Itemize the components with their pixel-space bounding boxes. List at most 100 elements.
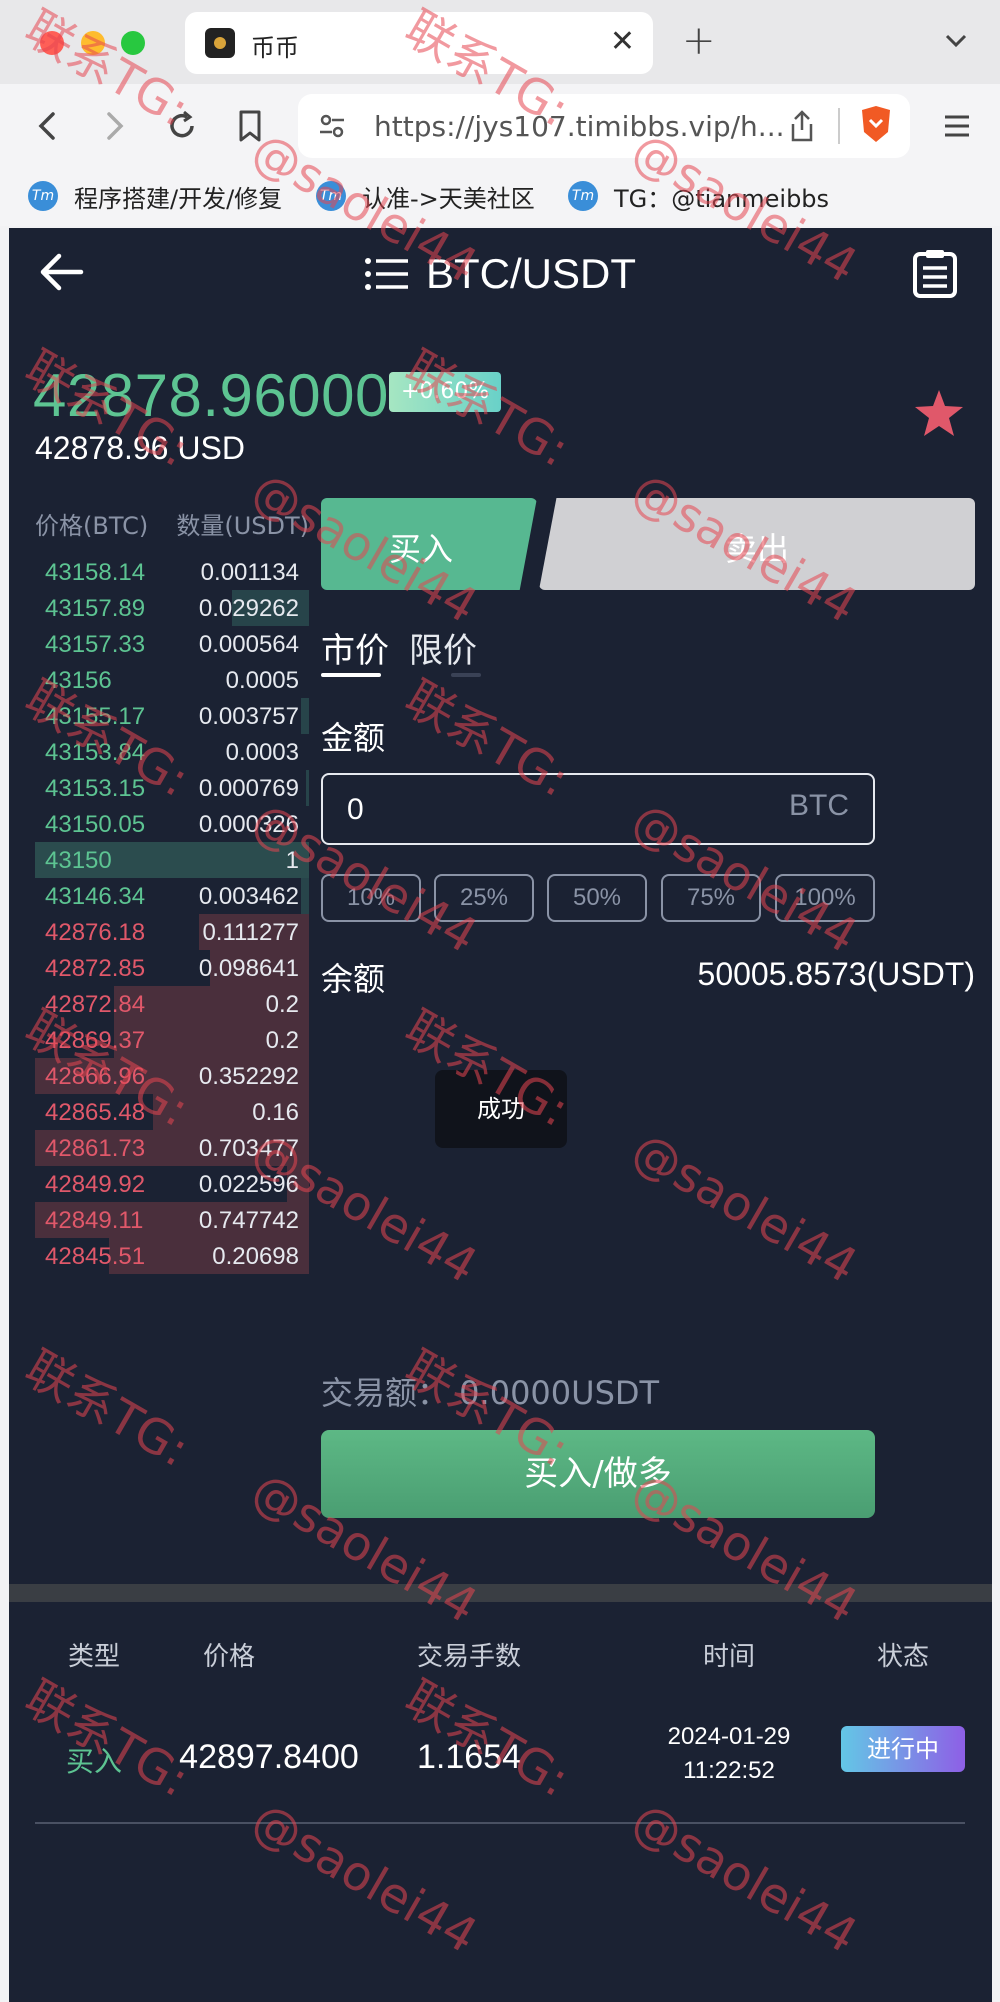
orderbook-row[interactable]: 42872.84 0.2 [35,986,309,1022]
orderbook-price: 43153.84 [45,739,146,766]
inactive-tab-indicator [451,673,481,677]
orderbook-row[interactable]: 42849.92 0.022596 [35,1166,309,1202]
orderbook-qty: 0.003462 [198,883,299,910]
amount-input[interactable]: 0 BTC [321,773,875,845]
orderbook-row[interactable]: 43150 1 [35,842,309,878]
orderbook-row[interactable]: 42865.48 0.16 [35,1094,309,1130]
orderbook-price: 42872.85 [45,955,146,982]
table-divider [35,1822,965,1824]
bookmarks-bar: Tm 程序搭建/开发/修复 Tm 认准->天美社区 Tm TG：@tianmei… [0,168,1000,226]
back-arrow-icon[interactable] [37,250,85,294]
orderbook-row[interactable]: 42861.73 0.703477 [35,1130,309,1166]
bookmark-favicon-icon: Tm [568,181,598,211]
sell-tab[interactable]: 卖出 [539,498,975,590]
bookmark-favicon-icon: Tm [316,181,346,211]
price-change-badge: +0.60% [389,372,502,412]
orderbook-row[interactable]: 42866.96 0.352292 [35,1058,309,1094]
tab-close-icon[interactable]: ✕ [610,24,635,59]
depth-bar [306,770,309,806]
orderbook-price: 42866.96 [45,1063,146,1090]
back-arrow-icon[interactable] [26,104,70,148]
orderbook-row[interactable]: 43157.89 0.029262 [35,590,309,626]
orderbook-price: 42849.92 [45,1171,146,1198]
orderbook-row[interactable]: 42849.11 0.747742 [35,1202,309,1238]
minimize-window-button[interactable] [81,31,105,55]
orderbook-qty: 0.0005 [225,667,299,694]
header-time: 时间 [702,1642,755,1672]
orderbook-row[interactable]: 42869.37 0.2 [35,1022,309,1058]
tab-market[interactable]: 市价 [321,623,389,672]
address-bar[interactable]: https://jys107.timibbs.vip/h... [298,94,910,158]
address-divider [838,108,840,144]
bookmark-label: TG：@tianmeibbs [614,184,830,213]
url-text: https://jys107.timibbs.vip/h... [374,110,785,143]
site-favicon-icon [205,28,235,58]
orderbook-qty: 0.003757 [198,703,299,730]
orderbook-qty: 0.0003 [225,739,299,766]
pair-title: BTC/USDT [426,250,636,297]
header-type: 类型 [67,1642,120,1672]
percent-50-button[interactable]: 50% [547,874,647,922]
orderbook-row[interactable]: 43155.17 0.003757 [35,698,309,734]
success-toast: 成功 [435,1070,567,1148]
table-row[interactable]: 买入 42897.8400 1.1654 2024-01-29 11:22:52… [9,1718,992,1798]
orderbook-row[interactable]: 43146.34 0.003462 [35,878,309,914]
chevron-down-icon[interactable] [942,26,970,54]
orderbook-qty: 0.352292 [198,1063,299,1090]
percent-100-button[interactable]: 100% [775,874,875,922]
buy-tab-label: 买入 [388,530,453,568]
new-tab-icon[interactable]: + [682,18,716,64]
orderbook-row[interactable]: 43157.33 0.000564 [35,626,309,662]
orderbook-row[interactable]: 42845.51 0.20698 [35,1238,309,1274]
percent-10-button[interactable]: 10% [321,874,421,922]
orderbook-price: 43155.17 [45,703,146,730]
orderbook-price: 43150.05 [45,811,146,838]
order-history-icon[interactable] [911,248,959,300]
header-status: 状态 [876,1642,929,1672]
maximize-window-button[interactable] [121,31,145,55]
orderbook-price-header: 价格(BTC) [35,512,149,540]
browser-tab[interactable]: 币币 ✕ [185,12,653,74]
depth-bar [300,698,309,734]
depth-bar [300,878,309,914]
orderbook-row[interactable]: 43156 0.0005 [35,662,309,698]
percent-25-button[interactable]: 25% [434,874,534,922]
bookmark-item[interactable]: Tm 认准->天美社区 [316,176,535,216]
orderbook-row[interactable]: 43153.84 0.0003 [35,734,309,770]
site-settings-icon[interactable] [316,110,348,142]
percent-buttons: 10% 25% 50% 75% 100% [321,874,875,922]
orderbook-price: 42845.51 [45,1243,146,1270]
status-badge[interactable]: 进行中 [841,1726,965,1772]
orderbook-row[interactable]: 43150.05 0.000326 [35,806,309,842]
orderbook-row[interactable]: 43158.14 0.001134 [35,554,309,590]
buy-long-button[interactable]: 买入/做多 [321,1430,875,1518]
orderbook: 43158.14 0.001134 43157.89 0.029262 43157.33… [35,554,309,1274]
bookmark-icon[interactable] [228,104,272,148]
bookmark-item[interactable]: Tm 程序搭建/开发/修复 [28,176,282,216]
orderbook-row[interactable]: 43153.15 0.000769 [35,770,309,806]
tab-title: 币币 [251,34,299,62]
pair-selector[interactable]: BTC/USDT [364,250,636,298]
orderbook-row[interactable]: 42872.85 0.098641 [35,950,309,986]
orderbook-qty: 0.000769 [198,775,299,802]
last-price: 42878.96000 [33,362,389,429]
orderbook-qty: 0.029262 [198,595,299,622]
bookmark-item[interactable]: Tm TG：@tianmeibbs [568,176,829,216]
favorite-star-icon[interactable] [913,388,965,438]
order-date-text: 2024-01-29 [667,1723,791,1750]
percent-75-button[interactable]: 75% [661,874,761,922]
orderbook-qty: 0.001134 [200,559,299,586]
orders-table-header: 类型 价格 交易手数 时间 状态 [9,1636,992,1676]
forward-arrow-icon[interactable] [92,104,136,148]
browser-tab-bar: 币币 ✕ + [0,0,1000,84]
orderbook-price: 42876.18 [45,919,146,946]
buy-tab[interactable]: 买入 [321,498,537,590]
brave-shield-icon[interactable] [858,104,894,144]
tab-limit[interactable]: 限价 [409,623,477,672]
reload-icon[interactable] [160,104,204,148]
share-icon[interactable] [786,108,818,144]
orderbook-row[interactable]: 42876.18 0.111277 [35,914,309,950]
trading-app: BTC/USDT 42878.96000 +0.60% 42878.96 USD… [9,228,992,2002]
menu-icon[interactable] [935,104,979,148]
close-window-button[interactable] [40,31,64,55]
